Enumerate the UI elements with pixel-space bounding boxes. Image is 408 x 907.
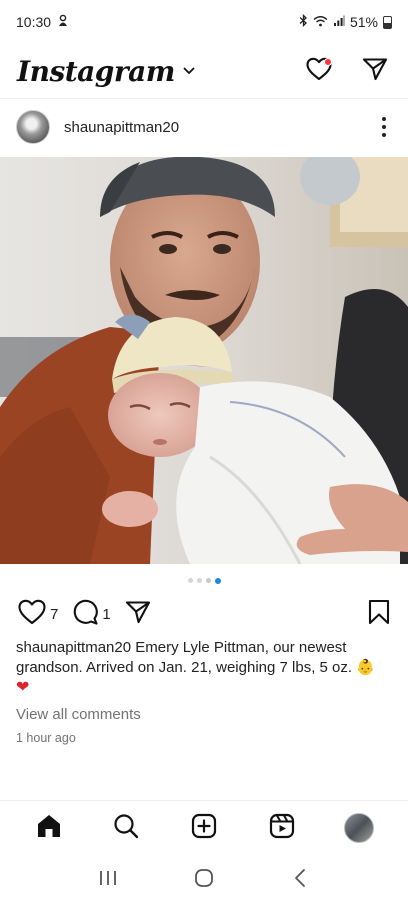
comment-button[interactable]: 1	[72, 599, 111, 630]
post-header: shaunapittman20	[0, 106, 408, 148]
bookmark-icon	[368, 599, 390, 629]
more-dot	[382, 133, 386, 137]
carousel-indicator	[0, 577, 408, 584]
heart-icon	[18, 599, 46, 630]
avatar[interactable]	[16, 110, 50, 144]
post-photo-illustration	[0, 157, 408, 564]
save-button[interactable]	[368, 599, 390, 630]
share-button[interactable]	[125, 600, 151, 629]
post-actions: 7 1	[0, 596, 408, 632]
post-actions-left: 7 1	[18, 599, 165, 630]
tab-home[interactable]	[27, 806, 71, 850]
back-icon	[293, 868, 307, 893]
tab-search[interactable]	[104, 806, 148, 850]
recent-apps-icon	[98, 869, 118, 892]
bottom-tab-bar	[0, 802, 408, 854]
status-time: 10:30	[16, 14, 52, 30]
chevron-down-icon	[183, 62, 195, 80]
system-home-button[interactable]	[184, 861, 224, 901]
more-dot	[382, 117, 386, 121]
create-icon	[191, 813, 217, 844]
system-back-button[interactable]	[280, 861, 320, 901]
post-author[interactable]: shaunapittman20	[16, 110, 179, 144]
tab-reels[interactable]	[260, 806, 304, 850]
post-timestamp: 1 hour ago	[16, 731, 76, 745]
post-image[interactable]	[0, 157, 408, 564]
tab-profile[interactable]	[337, 806, 381, 850]
carousel-dot	[196, 578, 202, 583]
status-left: 10:30	[16, 14, 69, 30]
tab-bar-divider	[0, 800, 408, 801]
comment-icon	[72, 599, 99, 630]
comment-count[interactable]: 1	[102, 606, 110, 623]
direct-message-icon	[362, 57, 388, 86]
caption-heart-emoji: ❤	[16, 679, 30, 696]
account-switcher[interactable]: Instagram	[17, 55, 195, 88]
caption-username[interactable]: shaunapittman20	[16, 639, 131, 656]
recent-apps-button[interactable]	[88, 861, 128, 901]
home-icon	[36, 813, 62, 844]
view-all-comments-link[interactable]: View all comments	[16, 706, 141, 723]
notification-icon	[57, 14, 69, 30]
direct-messages-button[interactable]	[360, 56, 390, 86]
more-dot	[382, 125, 386, 129]
carousel-dot-active	[214, 577, 221, 584]
instagram-logo: Instagram	[17, 54, 175, 88]
status-right: 51%	[299, 13, 392, 30]
reels-icon	[269, 813, 295, 844]
like-count[interactable]: 7	[50, 606, 58, 623]
notification-badge	[324, 58, 332, 66]
home-circle-icon	[193, 867, 215, 894]
notifications-button[interactable]	[304, 56, 334, 86]
signal-icon	[333, 14, 345, 30]
carousel-dot	[205, 578, 211, 583]
post-username[interactable]: shaunapittman20	[64, 119, 179, 136]
battery-percent: 51%	[349, 14, 378, 30]
status-bar: 10:30 51%	[0, 0, 408, 44]
tab-create[interactable]	[182, 806, 226, 850]
like-button[interactable]: 7	[18, 599, 58, 630]
search-icon	[113, 813, 139, 844]
wifi-icon	[313, 14, 328, 30]
battery-icon	[383, 15, 392, 29]
header-divider	[0, 98, 408, 99]
app-header: Instagram	[0, 44, 408, 98]
bluetooth-icon	[299, 13, 308, 30]
more-options-button[interactable]	[374, 112, 394, 142]
header-actions	[304, 56, 390, 86]
profile-avatar	[344, 813, 375, 843]
carousel-dot	[187, 578, 193, 583]
system-navigation-bar	[0, 854, 408, 907]
post-caption: shaunapittman20 Emery Lyle Pittman, our …	[16, 638, 400, 698]
share-icon	[125, 600, 151, 629]
